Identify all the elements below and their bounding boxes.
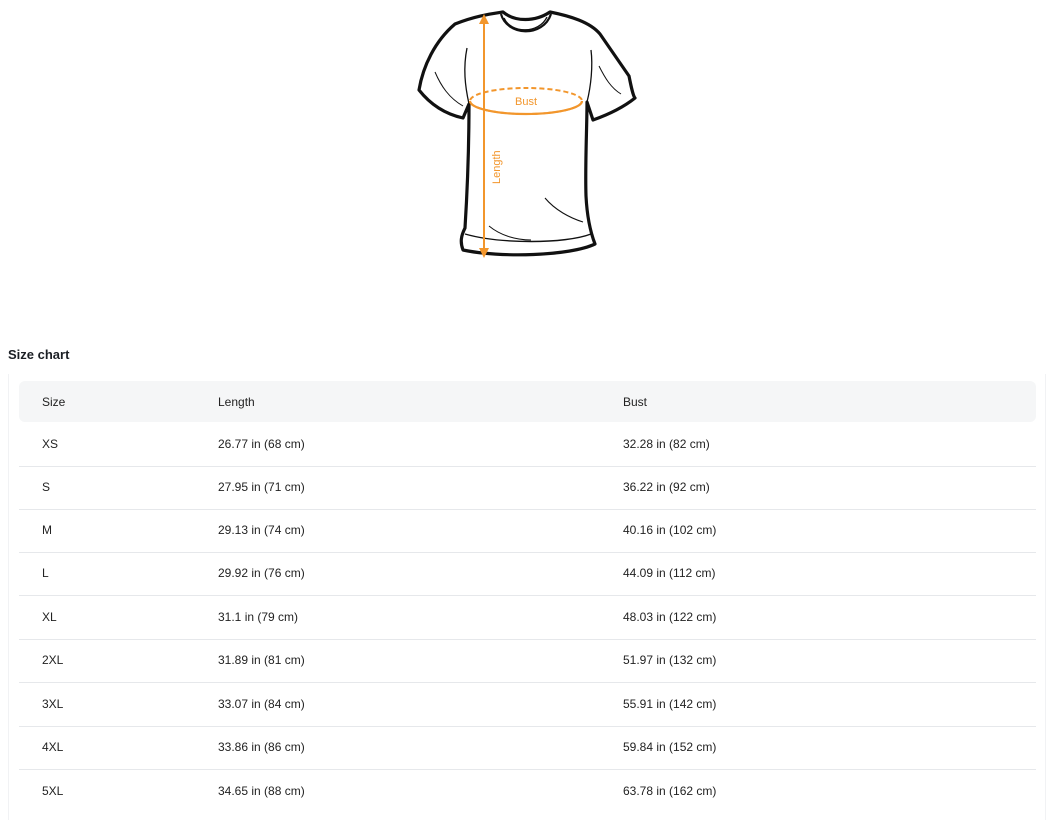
bust-cell: 51.97 in (132 cm) (623, 653, 717, 667)
length-cell: 26.77 in (68 cm) (218, 437, 305, 451)
bust-cell: 32.28 in (82 cm) (623, 437, 710, 451)
size-cell: 4XL (42, 740, 64, 754)
bust-cell: 59.84 in (152 cm) (623, 740, 717, 754)
bust-cell: 40.16 in (102 cm) (623, 523, 717, 537)
size-cell: 5XL (42, 784, 64, 798)
length-cell: 34.65 in (88 cm) (218, 784, 305, 798)
size-cell: XS (42, 437, 59, 451)
table-row: 2XL 31.89 in (81 cm) 51.97 in (132 cm) (19, 639, 1036, 683)
table-row: XL 31.1 in (79 cm) 48.03 in (122 cm) (19, 596, 1036, 640)
bust-cell: 63.78 in (162 cm) (623, 784, 717, 798)
size-cell: 3XL (42, 697, 64, 711)
tshirt-outline-icon: Bust Length (417, 10, 637, 258)
bust-cell: 44.09 in (112 cm) (623, 566, 716, 580)
length-cell: 29.92 in (76 cm) (218, 566, 305, 580)
length-cell: 31.1 in (79 cm) (218, 610, 299, 624)
length-cell: 33.86 in (86 cm) (218, 740, 305, 754)
size-cell: M (42, 523, 52, 537)
table-row: 3XL 33.07 in (84 cm) 55.91 in (142 cm) (19, 683, 1036, 727)
header-size: Size (42, 395, 66, 409)
header-bust: Bust (623, 395, 648, 409)
bust-cell: 36.22 in (92 cm) (623, 480, 710, 494)
size-chart-title: Size chart (8, 347, 70, 362)
size-cell: L (42, 566, 49, 580)
length-cell: 33.07 in (84 cm) (218, 697, 305, 711)
size-chart-table: Size Length Bust XS 26.77 in (68 cm) 32.… (8, 374, 1046, 820)
header-length: Length (218, 395, 255, 409)
length-cell: 27.95 in (71 cm) (218, 480, 305, 494)
length-cell: 31.89 in (81 cm) (218, 653, 305, 667)
size-cell: 2XL (42, 653, 64, 667)
size-cell: S (42, 480, 51, 494)
table-row: XS 26.77 in (68 cm) 32.28 in (82 cm) (19, 423, 1036, 467)
bust-label: Bust (515, 96, 537, 108)
size-cell: XL (42, 610, 57, 624)
length-label: Length (491, 150, 503, 184)
table-row: M 29.13 in (74 cm) 40.16 in (102 cm) (19, 509, 1036, 553)
bust-cell: 48.03 in (122 cm) (623, 610, 717, 624)
table-header: Size Length Bust (19, 381, 1036, 422)
table-row: L 29.92 in (76 cm) 44.09 in (112 cm) (19, 552, 1036, 596)
table-row: 4XL 33.86 in (86 cm) 59.84 in (152 cm) (19, 726, 1036, 770)
table-row: 5XL 34.65 in (88 cm) 63.78 in (162 cm) (19, 770, 1036, 813)
tshirt-measurement-diagram: Bust Length (405, 6, 645, 268)
bust-cell: 55.91 in (142 cm) (623, 697, 717, 711)
table-row: S 27.95 in (71 cm) 36.22 in (92 cm) (19, 466, 1036, 510)
length-cell: 29.13 in (74 cm) (218, 523, 305, 537)
